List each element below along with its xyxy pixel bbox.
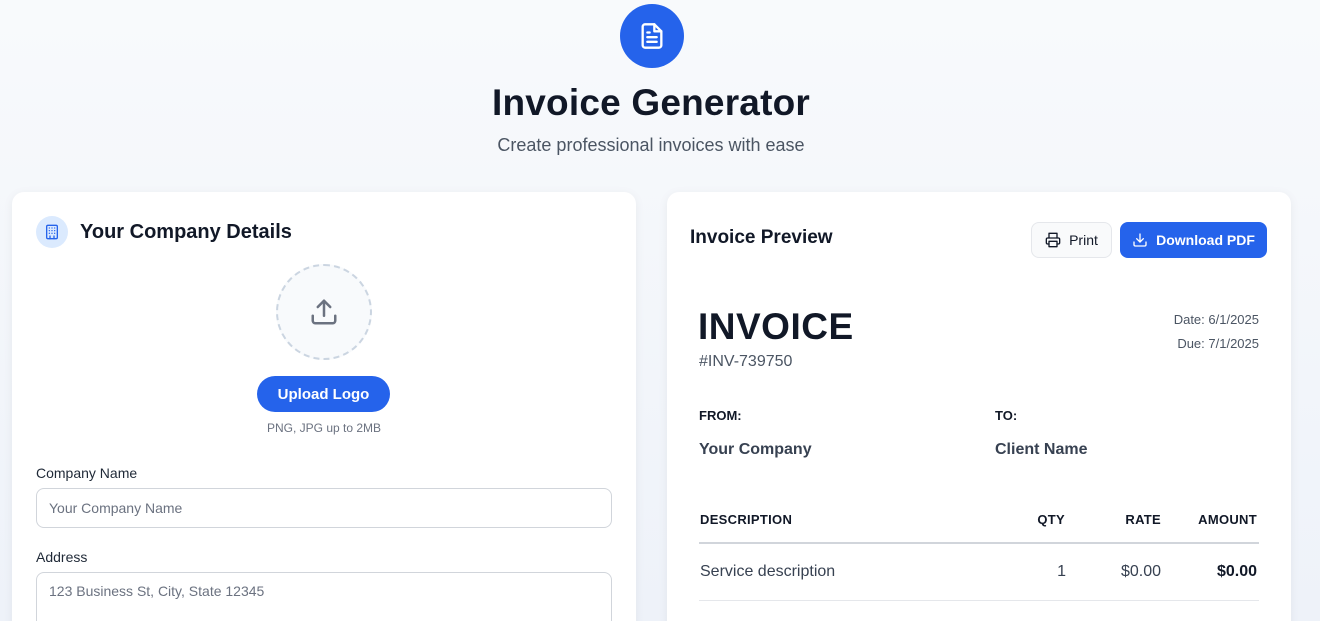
address-input[interactable]	[36, 572, 612, 621]
column-header-qty: QTY	[1037, 512, 1065, 527]
company-name-label: Company Name	[36, 465, 138, 481]
from-label: FROM:	[699, 408, 742, 423]
upload-hint: PNG, JPG up to 2MB	[266, 421, 382, 435]
download-icon	[1133, 233, 1147, 247]
page-title: Invoice Generator	[491, 82, 810, 123]
invoice-heading: INVOICE	[698, 306, 854, 347]
item-rate: $0.00	[1120, 563, 1161, 580]
print-button[interactable]: Print	[1031, 222, 1112, 258]
column-header-description: DESCRIPTION	[700, 512, 793, 527]
to-label: TO:	[995, 408, 1018, 423]
table-header-divider	[699, 542, 1259, 544]
building-icon	[36, 216, 68, 248]
upload-icon	[311, 299, 337, 325]
column-header-amount: AMOUNT	[1198, 512, 1257, 527]
company-details-card: Your Company Details Upload Logo PNG, JP…	[12, 192, 636, 621]
upload-logo-button[interactable]: Upload Logo	[257, 376, 390, 412]
download-pdf-label: Download PDF	[1156, 232, 1255, 248]
from-name: Your Company	[699, 441, 812, 458]
company-name-input[interactable]	[36, 488, 612, 528]
invoice-number: #INV-739750	[699, 353, 793, 370]
download-pdf-button[interactable]: Download PDF	[1120, 222, 1267, 258]
item-description: Service description	[700, 563, 836, 580]
address-label: Address	[36, 549, 88, 565]
invoice-date: Date: 6/1/2025	[1173, 312, 1259, 327]
table-row-divider	[699, 600, 1259, 601]
printer-icon	[1045, 232, 1061, 248]
app-header: Invoice Generator Create professional in…	[0, 0, 1320, 190]
document-icon	[620, 4, 684, 68]
invoice-preview-card: Invoice Preview Print Download PDF INVOI…	[667, 192, 1291, 621]
item-qty: 1	[1057, 563, 1066, 580]
logo-upload-area[interactable]	[276, 264, 372, 360]
column-header-rate: RATE	[1125, 512, 1161, 527]
page-subtitle: Create professional invoices with ease	[497, 135, 805, 155]
invoice-dates: Date: 6/1/2025 Due: 7/1/2025	[1174, 308, 1259, 356]
company-details-title: Your Company Details	[80, 221, 292, 243]
item-amount: $0.00	[1216, 563, 1257, 580]
invoice-due-date: Due: 7/1/2025	[1177, 336, 1259, 351]
print-button-label: Print	[1069, 232, 1098, 248]
to-name: Client Name	[995, 441, 1088, 458]
invoice-preview-title: Invoice Preview	[690, 227, 833, 248]
